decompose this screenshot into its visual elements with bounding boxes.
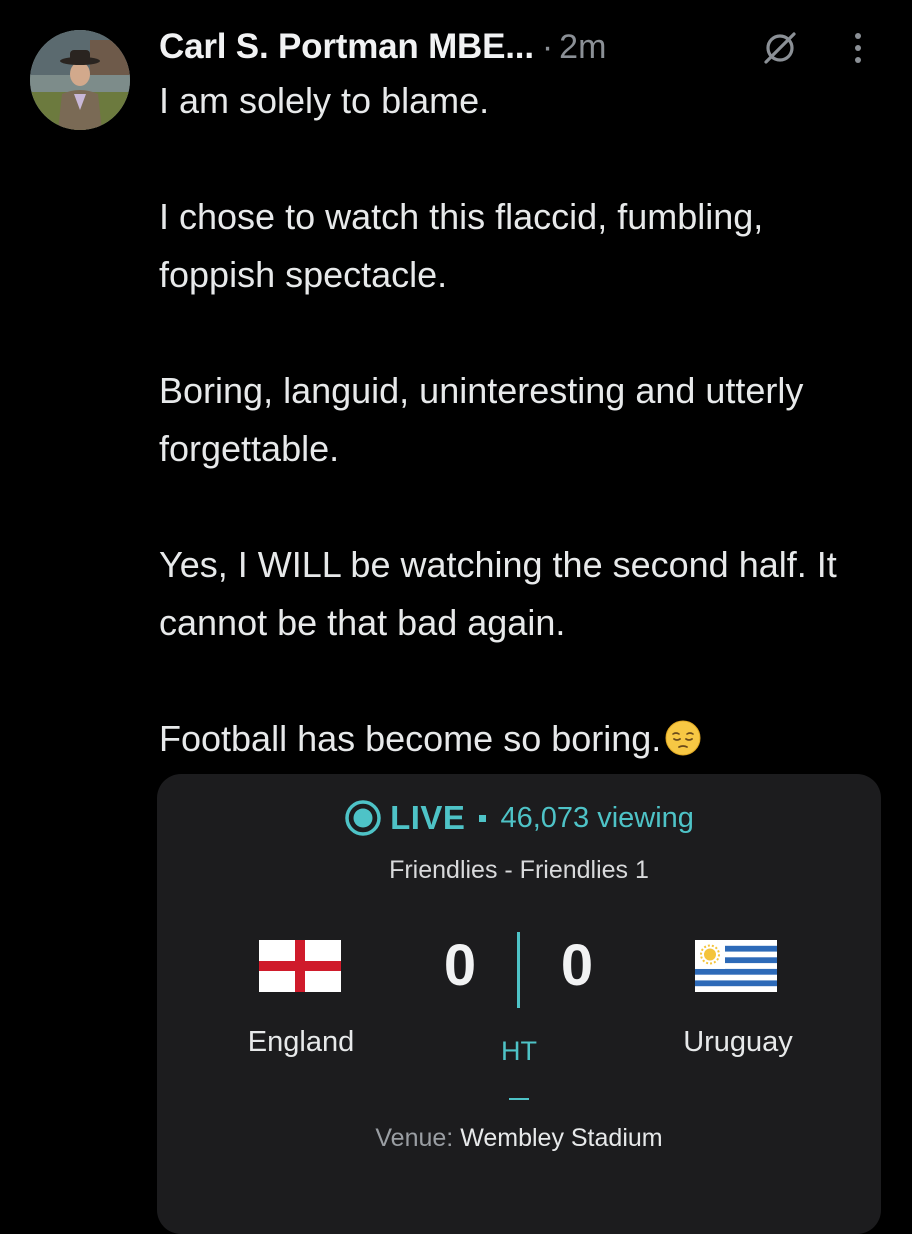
tweet-paragraph: Boring, languid, uninteresting and utter… bbox=[159, 370, 804, 469]
author-avatar[interactable] bbox=[30, 30, 130, 130]
tweet-paragraph: I chose to watch this flaccid, fumbling,… bbox=[159, 196, 764, 295]
home-score: 0 bbox=[443, 933, 477, 998]
venue-label: Venue: bbox=[375, 1124, 454, 1152]
venue-value: Wembley Stadium bbox=[460, 1124, 663, 1152]
match-status: HT bbox=[501, 1036, 537, 1066]
competition-name: Friendlies - Friendlies 1 bbox=[389, 856, 649, 884]
tweet-paragraph: Football has become so boring. bbox=[159, 718, 662, 759]
venue-row: Venue: Wembley Stadium bbox=[157, 1124, 881, 1153]
live-indicator-icon bbox=[345, 800, 381, 836]
header-separator: · bbox=[541, 27, 554, 66]
status-dash bbox=[509, 1098, 529, 1100]
live-label: LIVE bbox=[390, 799, 466, 836]
avatar-photo bbox=[30, 30, 130, 130]
live-status-row: LIVE 46,073 viewing bbox=[157, 794, 881, 842]
tweet-paragraph: Yes, I WILL be watching the second half.… bbox=[159, 544, 837, 643]
more-options-icon[interactable] bbox=[848, 28, 868, 68]
score-divider bbox=[517, 932, 520, 1008]
live-score-card[interactable]: LIVE 46,073 viewing Friendlies - Friendl… bbox=[157, 774, 881, 1234]
tweet-text: I am solely to blame. I chose to watch t… bbox=[159, 72, 879, 768]
away-team-name: Uruguay bbox=[683, 1026, 793, 1058]
uruguay-flag-icon bbox=[695, 940, 777, 992]
tweet-paragraph: I am solely to blame. bbox=[159, 80, 490, 121]
pensive-face-emoji-icon bbox=[665, 720, 701, 756]
home-team-name: England bbox=[247, 1026, 355, 1058]
england-flag-icon bbox=[259, 940, 341, 992]
grok-icon[interactable] bbox=[760, 28, 800, 68]
tweet-timestamp[interactable]: 2m bbox=[559, 28, 606, 67]
tweet-header: Carl S. Portman MBE... · 2m bbox=[159, 22, 606, 72]
away-score: 0 bbox=[560, 933, 594, 998]
author-name[interactable]: Carl S. Portman MBE... bbox=[159, 27, 534, 67]
live-separator bbox=[479, 814, 487, 822]
tweet-paragraph-last: Football has become so boring. bbox=[159, 710, 879, 768]
viewer-count: 46,073 viewing bbox=[500, 801, 694, 834]
